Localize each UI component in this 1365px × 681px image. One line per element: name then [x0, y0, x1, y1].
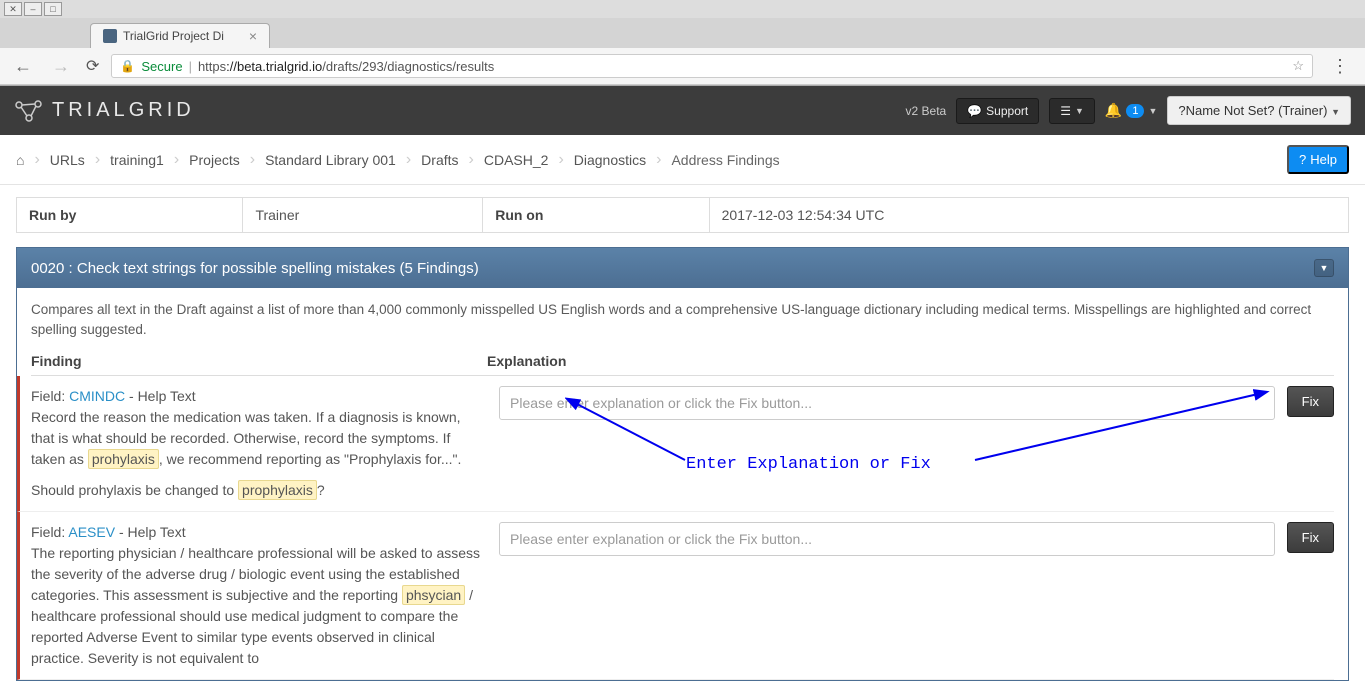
chevron-down-icon: ▼: [1148, 106, 1157, 116]
breadcrumb: ⌂ › URLs › training1 › Projects › Standa…: [0, 135, 1365, 185]
breadcrumb-sep: ›: [250, 151, 255, 169]
panel-title: 0020 : Check text strings for possible s…: [31, 260, 479, 277]
breadcrumb-item[interactable]: Standard Library 001: [265, 152, 396, 168]
breadcrumb-item[interactable]: training1: [110, 152, 164, 168]
browser-menu-icon[interactable]: ⋮: [1325, 56, 1355, 77]
col-finding-header: Finding: [31, 353, 487, 369]
breadcrumb-item-active: Address Findings: [671, 152, 779, 168]
browser-chrome: ✕ – □ TrialGrid Project Di × ← → ⟳ 🔒 Sec…: [0, 0, 1365, 86]
field-link[interactable]: AESEV: [68, 524, 115, 540]
favicon-icon: [103, 29, 117, 43]
field-link[interactable]: CMINDC: [69, 388, 125, 404]
url-separator: |: [189, 59, 192, 74]
breadcrumb-sep: ›: [95, 151, 100, 169]
panel-collapse-icon[interactable]: ▼: [1314, 259, 1334, 277]
run-on-value: 2017-12-03 12:54:34 UTC: [709, 198, 1348, 233]
home-icon[interactable]: ⌂: [16, 152, 24, 168]
finding-row: Field: AESEV - Help Text The reporting p…: [17, 512, 1334, 680]
explanation-cell: Fix: [499, 386, 1334, 501]
url-input[interactable]: 🔒 Secure | https://beta.trialgrid.io/dra…: [111, 54, 1313, 78]
misspelling-highlight: phsycian: [402, 585, 465, 605]
finding-row: Field: CMINDC - Help Text Record the rea…: [17, 376, 1334, 512]
notif-badge: 1: [1126, 104, 1144, 118]
breadcrumb-sep: ›: [558, 151, 563, 169]
help-icon: ?: [1299, 152, 1306, 167]
content-area: Run by Trainer Run on 2017-12-03 12:54:3…: [0, 197, 1365, 681]
logo[interactable]: TRIALGRID: [14, 99, 195, 123]
breadcrumb-sep: ›: [656, 151, 661, 169]
breadcrumb-sep: ›: [174, 151, 179, 169]
explanation-input[interactable]: [499, 522, 1275, 556]
user-menu-button[interactable]: ?Name Not Set? (Trainer) ▼: [1167, 96, 1351, 125]
breadcrumb-item[interactable]: Projects: [189, 152, 240, 168]
back-icon[interactable]: ←: [10, 56, 36, 77]
fix-button[interactable]: Fix: [1287, 522, 1334, 553]
chevron-down-icon: ▼: [1331, 107, 1340, 117]
explanation-input[interactable]: [499, 386, 1275, 420]
lock-icon: 🔒: [120, 59, 135, 73]
help-button[interactable]: ?Help: [1287, 145, 1349, 174]
url-text: https://beta.trialgrid.io/drafts/293/dia…: [198, 59, 494, 74]
breadcrumb-item[interactable]: Diagnostics: [574, 152, 646, 168]
logo-text: TRIALGRID: [52, 99, 195, 122]
list-menu-button[interactable]: ☰▼: [1049, 98, 1095, 124]
secure-label: Secure: [141, 59, 182, 74]
breadcrumb-item[interactable]: CDASH_2: [484, 152, 549, 168]
window-controls: ✕ – □: [0, 0, 1365, 18]
findings-header: Finding Explanation: [31, 353, 1334, 376]
app-header: TRIALGRID v2 Beta 💬Support ☰▼ 🔔 1 ▼ ?Nam…: [0, 86, 1365, 135]
support-button[interactable]: 💬Support: [956, 98, 1039, 124]
browser-tab[interactable]: TrialGrid Project Di ×: [90, 23, 270, 48]
finding-text: Field: CMINDC - Help Text Record the rea…: [31, 386, 487, 501]
beta-label: v2 Beta: [906, 104, 947, 118]
panel-body: Compares all text in the Draft against a…: [17, 288, 1348, 680]
bell-icon: 🔔: [1105, 102, 1122, 119]
window-min-icon[interactable]: –: [24, 2, 42, 16]
chevron-down-icon: ▼: [1075, 106, 1084, 116]
chat-icon: 💬: [967, 104, 982, 118]
forward-icon: →: [48, 56, 74, 77]
findings-table: Finding Explanation Field: CMINDC - Help…: [31, 353, 1334, 680]
breadcrumb-sep: ›: [406, 151, 411, 169]
tab-title: TrialGrid Project Di: [123, 29, 224, 43]
bookmark-star-icon[interactable]: ☆: [1292, 58, 1304, 74]
run-on-label: Run on: [483, 198, 709, 233]
explanation-cell: Fix: [499, 522, 1334, 669]
notifications-button[interactable]: 🔔 1 ▼: [1105, 102, 1157, 119]
run-by-label: Run by: [17, 198, 243, 233]
header-right: v2 Beta 💬Support ☰▼ 🔔 1 ▼ ?Name Not Set?…: [906, 96, 1351, 125]
reload-icon[interactable]: ⟳: [86, 56, 99, 76]
breadcrumb-sep: ›: [469, 151, 474, 169]
run-info-table: Run by Trainer Run on 2017-12-03 12:54:3…: [16, 197, 1349, 233]
logo-icon: [14, 99, 44, 123]
address-bar: ← → ⟳ 🔒 Secure | https://beta.trialgrid.…: [0, 48, 1365, 85]
breadcrumb-item[interactable]: URLs: [50, 152, 85, 168]
list-icon: ☰: [1060, 104, 1071, 118]
breadcrumb-item[interactable]: Drafts: [421, 152, 458, 168]
breadcrumb-sep: ›: [34, 151, 39, 169]
tab-close-icon[interactable]: ×: [249, 28, 257, 44]
panel-header[interactable]: 0020 : Check text strings for possible s…: [17, 248, 1348, 288]
window-close-icon[interactable]: ✕: [4, 2, 22, 16]
col-explain-header: Explanation: [487, 353, 1334, 369]
panel-description: Compares all text in the Draft against a…: [31, 300, 1334, 341]
run-by-value: Trainer: [243, 198, 483, 233]
finding-text: Field: AESEV - Help Text The reporting p…: [31, 522, 487, 669]
suggestion-text: Should prohylaxis be changed to prophyla…: [31, 480, 487, 501]
fix-button[interactable]: Fix: [1287, 386, 1334, 417]
diagnostic-panel: 0020 : Check text strings for possible s…: [16, 247, 1349, 681]
tab-bar: TrialGrid Project Di ×: [0, 18, 1365, 48]
misspelling-highlight: prohylaxis: [88, 449, 159, 469]
window-max-icon[interactable]: □: [44, 2, 62, 16]
suggestion-highlight: prophylaxis: [238, 480, 317, 500]
